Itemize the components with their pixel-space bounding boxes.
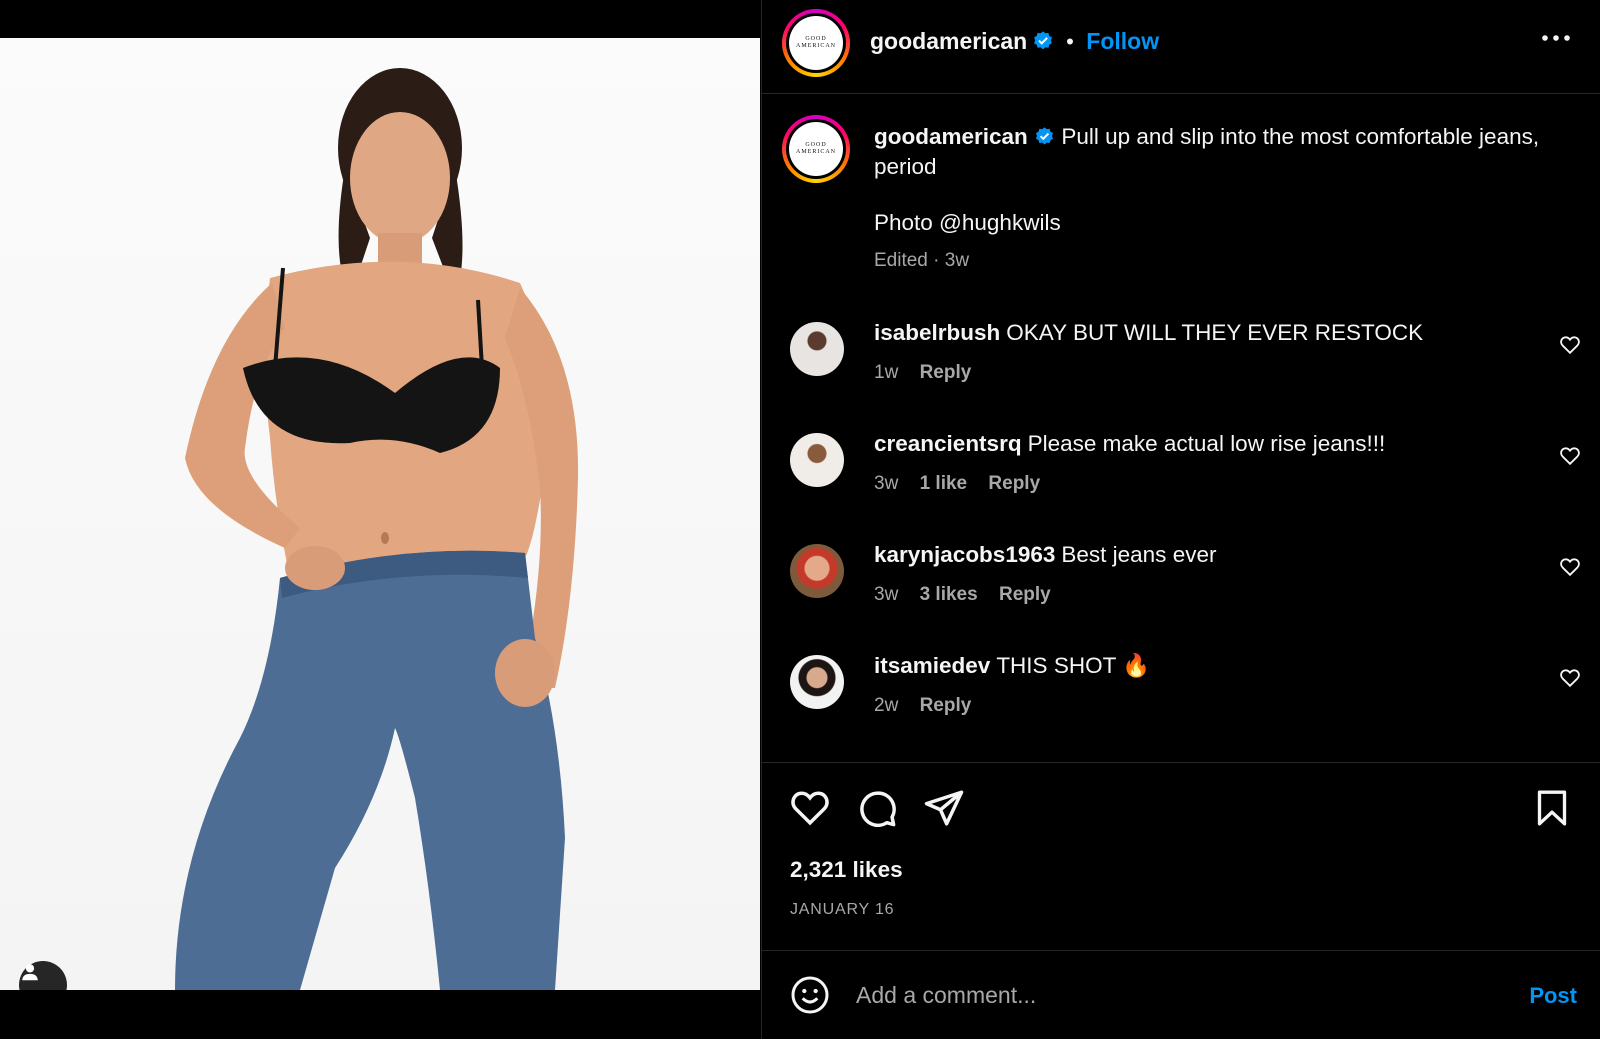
comment-text-line: creancientsrq Please make actual low rise… [874, 429, 1514, 459]
comment-button[interactable] [856, 787, 898, 834]
user-tag-icon [22, 964, 38, 981]
comment-input[interactable] [856, 973, 1456, 1017]
comment-meta: 3w 1 like Reply [874, 473, 1056, 495]
reply-button[interactable]: Reply [988, 473, 1040, 494]
comment-text-line: karynjacobs1963 Best jeans ever [874, 540, 1514, 570]
commenter-avatar[interactable] [790, 433, 844, 487]
comment-like-button[interactable] [1559, 334, 1581, 361]
save-button[interactable] [1532, 787, 1572, 834]
post-photo[interactable] [0, 38, 760, 990]
likes-count[interactable]: 2,321 likes [790, 857, 903, 883]
comment-username[interactable]: karynjacobs1963 [874, 542, 1055, 567]
commenter-avatar[interactable] [790, 322, 844, 376]
model-photo-illustration [175, 68, 579, 990]
more-horizontal-icon [1542, 35, 1570, 41]
heart-icon [1560, 669, 1580, 688]
post-side-panel: GOOD AMERICAN goodamerican • Follow GOOD… [761, 0, 1600, 1039]
author-avatar[interactable]: GOOD AMERICAN [782, 9, 850, 77]
reply-button[interactable]: Reply [999, 584, 1051, 605]
header-separator: • [1066, 29, 1074, 54]
heart-icon [791, 791, 829, 826]
caption-author-avatar[interactable]: GOOD AMERICAN [782, 115, 850, 183]
comment-composer: Post [762, 950, 1600, 1039]
caption-photo-credit: Photo @hughkwils [874, 210, 1061, 235]
post-media [0, 0, 760, 1039]
good-american-logo: GOOD AMERICAN [789, 16, 843, 70]
comment-likes-count[interactable]: 3 likes [920, 584, 978, 605]
verified-badge-icon [1033, 31, 1052, 50]
paper-plane-icon [924, 790, 964, 826]
comment-text: OKAY BUT WILL THEY EVER RESTOCK [1006, 320, 1424, 345]
header-author-line: goodamerican • Follow [870, 28, 1159, 55]
commenter-avatar[interactable] [790, 655, 844, 709]
good-american-logo: GOOD AMERICAN [789, 122, 843, 176]
reply-button[interactable]: Reply [920, 695, 972, 716]
like-button[interactable] [789, 787, 831, 834]
comment-text: THIS SHOT 🔥 [996, 653, 1151, 678]
comment-meta: 3w 3 likes Reply [874, 584, 1067, 606]
comment-username[interactable]: creancientsrq [874, 431, 1022, 456]
comment-like-button[interactable] [1559, 445, 1581, 472]
comment-username[interactable]: itsamiedev [874, 653, 990, 678]
heart-icon [1560, 558, 1580, 577]
comment-meta: 1w Reply [874, 362, 987, 384]
logo-text-top: GOOD [805, 35, 827, 42]
caption-username[interactable]: goodamerican [874, 124, 1028, 149]
logo-text-bottom: AMERICAN [795, 43, 836, 49]
post-actions: 2,321 likes JANUARY 16 [762, 762, 1600, 950]
verified-badge-icon [1036, 127, 1054, 145]
heart-icon [1560, 447, 1580, 466]
author-username[interactable]: goodamerican [870, 28, 1027, 54]
comment-time: 2w [874, 695, 899, 716]
follow-button[interactable]: Follow [1086, 28, 1159, 54]
share-button[interactable] [923, 787, 965, 834]
post-date: JANUARY 16 [790, 901, 895, 918]
comment-like-button[interactable] [1559, 556, 1581, 583]
comment-item: karynjacobs1963 Best jeans ever 3w 3 like… [762, 540, 1600, 640]
post-header: GOOD AMERICAN goodamerican • Follow [762, 0, 1600, 94]
comment-time: 1w [874, 362, 899, 383]
more-options-button[interactable] [1541, 30, 1571, 48]
logo-text-top: GOOD [805, 141, 827, 148]
heart-icon [1560, 336, 1580, 355]
comment-bubble-icon [860, 791, 896, 828]
comment-text-line: isabelrbush OKAY BUT WILL THEY EVER RESTO… [874, 318, 1514, 348]
logo-text-bottom: AMERICAN [795, 149, 836, 155]
comment-text: Please make actual low rise jeans!!! [1027, 431, 1386, 456]
comment-text-line: itsamiedev THIS SHOT 🔥 [874, 651, 1514, 681]
comment-item: isabelrbush OKAY BUT WILL THEY EVER RESTO… [762, 318, 1600, 418]
comment-time: 3w [874, 584, 899, 605]
post-comment-button[interactable]: Post [1529, 983, 1577, 1009]
comment-like-button[interactable] [1559, 667, 1581, 694]
comment-item: itsamiedev THIS SHOT 🔥 2w Reply [762, 651, 1600, 751]
bookmark-icon [1537, 790, 1567, 826]
comment-text: Best jeans ever [1061, 542, 1217, 567]
caption-text-line: goodamerican Pull up and slip into the m… [874, 122, 1554, 182]
comment-likes-count[interactable]: 1 like [920, 473, 968, 494]
comment-meta: 2w Reply [874, 695, 987, 717]
comment-item: creancientsrq Please make actual low rise… [762, 429, 1600, 529]
smiley-icon [791, 976, 829, 1014]
reply-button[interactable]: Reply [920, 362, 972, 383]
comment-username[interactable]: isabelrbush [874, 320, 1000, 345]
emoji-button[interactable] [790, 975, 830, 1020]
caption-meta: Edited · 3w [874, 250, 970, 271]
commenter-avatar[interactable] [790, 544, 844, 598]
comment-time: 3w [874, 473, 899, 494]
